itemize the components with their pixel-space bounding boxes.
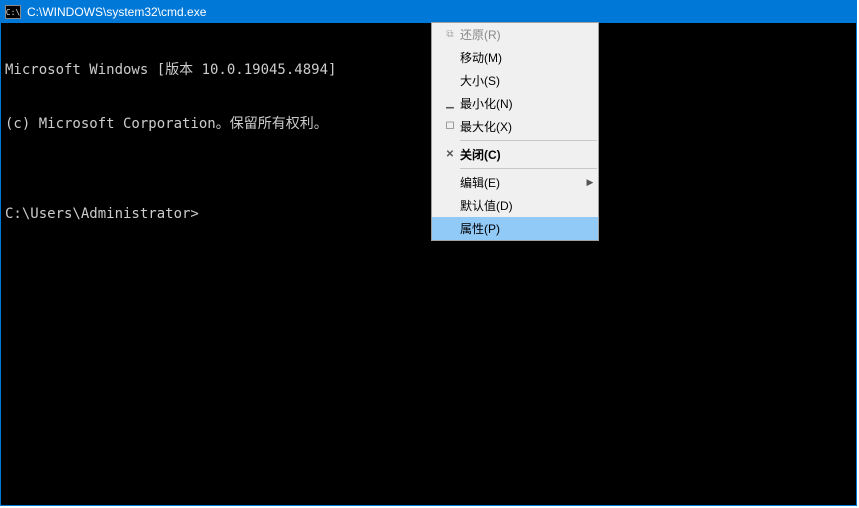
app-icon[interactable]: C:\ bbox=[5, 5, 21, 19]
menu-label: 移动(M) bbox=[460, 49, 598, 66]
terminal-line: (c) Microsoft Corporation。保留所有权利。 bbox=[5, 115, 852, 133]
titlebar[interactable]: C:\ C:\WINDOWS\system32\cmd.exe bbox=[1, 1, 856, 23]
menu-label: 最小化(N) bbox=[460, 95, 598, 112]
terminal-area[interactable]: Microsoft Windows [版本 10.0.19045.4894] (… bbox=[1, 23, 856, 505]
menu-close[interactable]: ✕ 关闭(C) bbox=[432, 143, 598, 166]
menu-restore: ⧉ 还原(R) bbox=[432, 23, 598, 46]
menu-label: 关闭(C) bbox=[460, 146, 598, 163]
terminal-line: Microsoft Windows [版本 10.0.19045.4894] bbox=[5, 61, 852, 79]
menu-label: 大小(S) bbox=[460, 72, 598, 89]
menu-label: 还原(R) bbox=[460, 26, 598, 43]
system-context-menu: ⧉ 还原(R) 移动(M) 大小(S) ▁ 最小化(N) ☐ 最大化(X) ✕ … bbox=[431, 22, 599, 241]
maximize-icon: ☐ bbox=[440, 121, 460, 132]
menu-label: 最大化(X) bbox=[460, 118, 598, 135]
window-title: C:\WINDOWS\system32\cmd.exe bbox=[27, 5, 206, 19]
close-icon: ✕ bbox=[440, 149, 460, 160]
menu-label: 默认值(D) bbox=[460, 197, 598, 214]
minimize-icon: ▁ bbox=[440, 98, 460, 109]
cmd-window: C:\ C:\WINDOWS\system32\cmd.exe Microsof… bbox=[0, 0, 857, 506]
menu-edit[interactable]: 编辑(E) ▶ bbox=[432, 171, 598, 194]
menu-separator bbox=[460, 168, 597, 169]
terminal-prompt: C:\Users\Administrator> bbox=[5, 205, 852, 223]
menu-label: 编辑(E) bbox=[460, 174, 582, 191]
menu-move[interactable]: 移动(M) bbox=[432, 46, 598, 69]
menu-defaults[interactable]: 默认值(D) bbox=[432, 194, 598, 217]
restore-icon: ⧉ bbox=[440, 29, 460, 40]
menu-size[interactable]: 大小(S) bbox=[432, 69, 598, 92]
menu-properties[interactable]: 属性(P) bbox=[432, 217, 598, 240]
submenu-arrow-icon: ▶ bbox=[582, 177, 598, 188]
menu-label: 属性(P) bbox=[460, 220, 598, 237]
menu-minimize[interactable]: ▁ 最小化(N) bbox=[432, 92, 598, 115]
menu-maximize[interactable]: ☐ 最大化(X) bbox=[432, 115, 598, 138]
menu-separator bbox=[460, 140, 597, 141]
